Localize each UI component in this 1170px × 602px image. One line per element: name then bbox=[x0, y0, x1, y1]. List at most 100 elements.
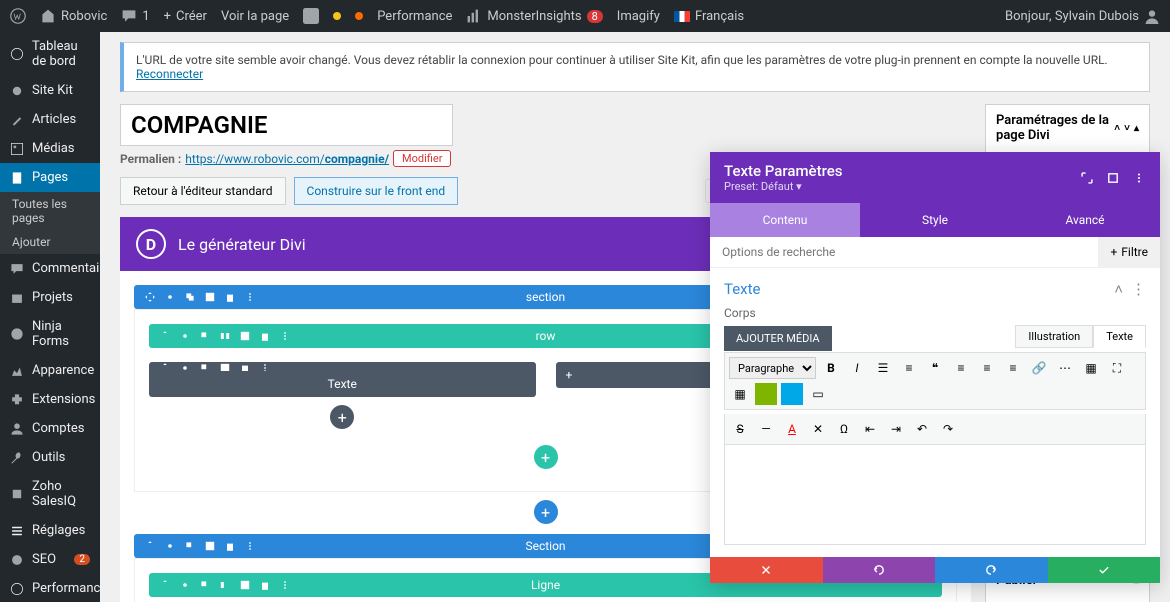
copy-icon[interactable] bbox=[199, 579, 211, 591]
clear-icon[interactable]: ✕ bbox=[807, 418, 829, 440]
sidebar-media[interactable]: Médias bbox=[0, 134, 100, 163]
sidebar-reglages[interactable]: Réglages bbox=[0, 516, 100, 545]
sidebar-ninja[interactable]: Ninja Forms bbox=[0, 312, 100, 356]
back-editor-button[interactable]: Retour à l'éditeur standard bbox=[120, 177, 286, 205]
undo-button[interactable] bbox=[823, 557, 936, 583]
editor-tab-illustration[interactable]: Illustration bbox=[1015, 325, 1093, 348]
build-frontend-button[interactable]: Construire sur le front end bbox=[294, 177, 459, 205]
page-title-input[interactable] bbox=[120, 104, 453, 146]
add-section-button[interactable]: + bbox=[534, 500, 558, 524]
chevron-up-icon[interactable]: ˄ bbox=[1114, 280, 1123, 298]
permalink-edit-button[interactable]: Modifier bbox=[393, 150, 451, 167]
textcolor-icon[interactable]: A bbox=[781, 418, 803, 440]
undo-icon[interactable]: ↶ bbox=[911, 418, 933, 440]
editor-textarea[interactable] bbox=[724, 445, 1146, 545]
save-icon[interactable] bbox=[204, 291, 216, 303]
copy-icon[interactable] bbox=[199, 330, 211, 342]
bold-icon[interactable]: B bbox=[820, 357, 842, 379]
add-module-button[interactable]: + bbox=[330, 405, 354, 429]
expand-icon[interactable] bbox=[1080, 171, 1094, 185]
sidebar-sitekit[interactable]: Site Kit bbox=[0, 76, 100, 105]
sidebar-performance[interactable]: Performance bbox=[0, 574, 100, 602]
site-name[interactable]: Robovic bbox=[40, 8, 107, 24]
modal-header[interactable]: Texte Paramètres Preset: Défaut ▾ bbox=[710, 152, 1160, 203]
outdent-icon[interactable]: ⇤ bbox=[859, 418, 881, 440]
more-icon[interactable]: ⋯ bbox=[1054, 357, 1076, 379]
trash-icon[interactable] bbox=[259, 330, 271, 342]
cancel-button[interactable] bbox=[710, 557, 823, 583]
save-button[interactable] bbox=[1048, 557, 1161, 583]
sidebar-pages[interactable]: Pages bbox=[0, 163, 100, 192]
more-icon[interactable] bbox=[244, 291, 256, 303]
align-right-icon[interactable]: ≡ bbox=[1002, 357, 1024, 379]
indent-icon[interactable]: ⇥ bbox=[885, 418, 907, 440]
performance-link[interactable]: Performance bbox=[377, 9, 452, 24]
italic-icon[interactable]: I bbox=[846, 357, 868, 379]
chevron-down-icon[interactable]: ˅ bbox=[1124, 123, 1130, 134]
sidebar-projets[interactable]: Projets bbox=[0, 283, 100, 312]
snap-icon[interactable] bbox=[1106, 171, 1120, 185]
sidebar-extensions[interactable]: Extensions bbox=[0, 385, 100, 414]
imagify-link[interactable]: Imagify bbox=[617, 9, 660, 24]
language-switch[interactable]: Français bbox=[674, 9, 744, 24]
monster-insights-link[interactable]: MonsterInsights 8 bbox=[466, 8, 602, 24]
special-icon[interactable]: Ω bbox=[833, 418, 855, 440]
trash-icon[interactable] bbox=[224, 291, 236, 303]
gear-icon[interactable] bbox=[164, 540, 176, 552]
yoast-icon[interactable] bbox=[303, 8, 319, 24]
view-page[interactable]: Voir la page bbox=[221, 9, 289, 24]
link-icon[interactable]: 🔗 bbox=[1028, 357, 1050, 379]
move-icon[interactable] bbox=[144, 291, 156, 303]
toolbar-toggle-icon[interactable]: ▦ bbox=[729, 383, 751, 405]
filter-button[interactable]: + Filtre bbox=[1098, 237, 1160, 267]
move-icon[interactable] bbox=[159, 579, 171, 591]
sidebar-comments[interactable]: Commentaires1 bbox=[0, 254, 100, 283]
ul-icon[interactable]: ☰ bbox=[872, 357, 894, 379]
sidebar-outils[interactable]: Outils bbox=[0, 443, 100, 472]
more-icon[interactable] bbox=[279, 579, 291, 591]
sidebar-articles[interactable]: Articles bbox=[0, 105, 100, 134]
editor-tab-texte[interactable]: Texte bbox=[1093, 325, 1146, 348]
add-row-button[interactable]: + bbox=[534, 445, 558, 469]
gear-icon[interactable] bbox=[179, 579, 191, 591]
save-icon[interactable] bbox=[239, 579, 251, 591]
redo-icon[interactable]: ↷ bbox=[937, 418, 959, 440]
move-icon[interactable] bbox=[144, 540, 156, 552]
sidebar-dashboard[interactable]: Tableau de bord bbox=[0, 32, 100, 76]
more-icon[interactable] bbox=[244, 540, 256, 552]
ol-icon[interactable]: ≡ bbox=[898, 357, 920, 379]
gear-icon[interactable] bbox=[164, 291, 176, 303]
fullscreen-icon[interactable]: ⛶ bbox=[1106, 357, 1128, 379]
reconnect-link[interactable]: Reconnecter bbox=[136, 67, 203, 81]
align-left-icon[interactable]: ≡ bbox=[950, 357, 972, 379]
copy-icon[interactable] bbox=[184, 291, 196, 303]
columns-icon[interactable] bbox=[219, 579, 231, 591]
add-media-button[interactable]: AJOUTER MÉDIA bbox=[724, 326, 832, 351]
trash-icon[interactable] bbox=[259, 579, 271, 591]
comments[interactable]: 1 bbox=[121, 8, 149, 24]
strike-icon[interactable]: S bbox=[729, 418, 751, 440]
hr-icon[interactable]: — bbox=[755, 418, 777, 440]
save-icon[interactable] bbox=[239, 330, 251, 342]
trash-icon[interactable] bbox=[224, 540, 236, 552]
wp-logo[interactable] bbox=[10, 8, 26, 24]
tab-contenu[interactable]: Contenu bbox=[710, 203, 860, 237]
table-icon[interactable]: ▦ bbox=[1080, 357, 1102, 379]
search-input[interactable] bbox=[710, 237, 1098, 267]
sidebar-all-pages[interactable]: Toutes les pages bbox=[0, 192, 100, 230]
quote-icon[interactable]: ❝ bbox=[924, 357, 946, 379]
permalink-link[interactable]: https://www.robovic.com/compagnie/ bbox=[185, 152, 389, 166]
save-icon[interactable] bbox=[204, 540, 216, 552]
columns-icon[interactable] bbox=[219, 330, 231, 342]
redo-button[interactable] bbox=[935, 557, 1048, 583]
sidebar-seo[interactable]: SEO2 bbox=[0, 545, 100, 574]
more-icon[interactable]: ⋮ bbox=[1131, 280, 1146, 298]
move-icon[interactable] bbox=[159, 330, 171, 342]
gear-icon[interactable] bbox=[179, 330, 191, 342]
image-icon[interactable]: ▭ bbox=[807, 383, 829, 405]
toggle-icon[interactable]: ▴ bbox=[1134, 123, 1139, 134]
tab-avance[interactable]: Avancé bbox=[1010, 203, 1160, 237]
chevron-up-icon[interactable]: ˄ bbox=[1114, 123, 1120, 134]
tab-style[interactable]: Style bbox=[860, 203, 1010, 237]
align-center-icon[interactable]: ≡ bbox=[976, 357, 998, 379]
